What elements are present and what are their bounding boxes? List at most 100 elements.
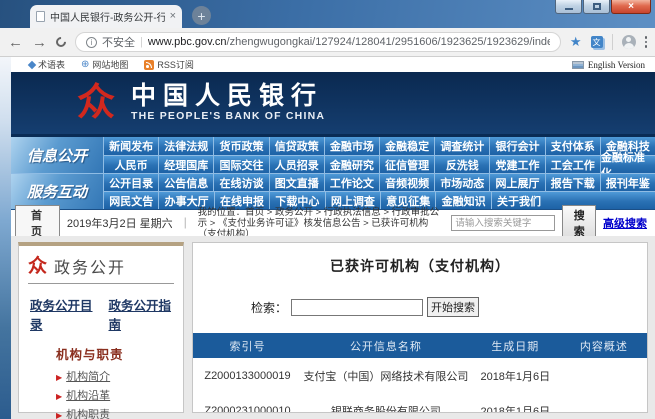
- sidebar-link[interactable]: ▶机构沿革: [56, 387, 174, 406]
- table-row: Z2000133000019支付宝（中国）网络技术有限公司2018年1月6日: [193, 358, 647, 393]
- menu-dots-icon[interactable]: [645, 36, 648, 48]
- nav-item[interactable]: 新闻发布: [103, 137, 158, 155]
- content-area: 众 政务公开 政务公开目录 政务公开指南 机构与职责▶机构简介▶机构沿革▶机构职…: [11, 236, 655, 419]
- column-header: 索引号: [193, 333, 302, 358]
- english-version-link[interactable]: English Version: [572, 60, 645, 70]
- disclosure-guide-link[interactable]: 政务公开指南: [109, 295, 175, 333]
- nav-item[interactable]: 网上展厅: [489, 173, 544, 191]
- address-bar[interactable]: i 不安全 | www.pbc.gov.cn/zhengwugongkai/12…: [75, 32, 561, 52]
- sitemap-link[interactable]: ⊕网站地图: [81, 58, 128, 71]
- forward-icon[interactable]: →: [32, 35, 47, 50]
- nav-item[interactable]: 金融标准化: [600, 155, 655, 173]
- tab-title: 中国人民银行-政务公开-行政执…: [50, 9, 165, 24]
- results-table-head-row: 索引号公开信息名称生成日期内容概述: [193, 333, 647, 358]
- browser-window: 中国人民银行-政务公开-行政执… × + × ← → i 不安全 | www.p…: [0, 0, 655, 419]
- nav-item[interactable]: 工会工作: [545, 155, 600, 173]
- language-icon: [572, 61, 584, 69]
- bookmark-star-icon[interactable]: ★: [570, 34, 582, 50]
- nav-item[interactable]: 人民币: [103, 155, 158, 173]
- nav-item[interactable]: 征信管理: [379, 155, 434, 173]
- nav-item[interactable]: 公开目录: [103, 173, 158, 191]
- back-icon[interactable]: ←: [8, 35, 23, 50]
- minimize-button[interactable]: [555, 0, 582, 14]
- nav-item[interactable]: 国际交往: [213, 155, 268, 173]
- retrieval-input[interactable]: [291, 299, 423, 316]
- divider: ｜: [180, 215, 191, 231]
- web-page: 术语表 ⊕网站地图 RSS订阅 English Version 众 中国人民银行…: [0, 57, 655, 419]
- profile-icon[interactable]: [622, 35, 636, 49]
- date-cell: 2018年1月6日: [470, 358, 561, 393]
- summary-cell: [561, 393, 647, 413]
- translate-icon[interactable]: 文: [591, 36, 603, 48]
- info-name-cell[interactable]: 支付宝（中国）网络技术有限公司: [302, 358, 470, 393]
- tab-close-icon[interactable]: ×: [170, 11, 176, 22]
- nav-item[interactable]: 关于我们: [491, 191, 546, 209]
- minimize-icon: [565, 8, 573, 10]
- sitemap-label: 网站地图: [92, 58, 128, 71]
- nav-item[interactable]: 金融研究: [324, 155, 379, 173]
- nav-item[interactable]: 法律法规: [158, 137, 213, 155]
- column-header: 生成日期: [470, 333, 561, 358]
- retrieval-label: 检索：: [251, 299, 287, 316]
- url-domain: www.pbc.gov.cn: [148, 36, 227, 48]
- nav-item[interactable]: 货币政策: [213, 137, 268, 155]
- nav-item[interactable]: 在线访谈: [213, 173, 268, 191]
- nav-item[interactable]: 市场动态: [434, 173, 489, 191]
- nav-group-label[interactable]: 服务互动: [11, 173, 103, 209]
- maximize-button[interactable]: [583, 0, 610, 14]
- sidebar-link-label: 机构沿革: [66, 387, 110, 406]
- site-header: 众 中国人民银行 THE PEOPLE'S BANK OF CHINA: [11, 72, 655, 134]
- site-search-input[interactable]: [451, 215, 555, 231]
- browser-tab[interactable]: 中国人民银行-政务公开-行政执… ×: [30, 5, 182, 28]
- nav-item[interactable]: 工作论文: [324, 173, 379, 191]
- nav-item[interactable]: 金融市场: [324, 137, 379, 155]
- nav-item[interactable]: 人员招录: [269, 155, 324, 173]
- start-search-button[interactable]: 开始搜索: [427, 297, 479, 317]
- column-header: 内容概述: [561, 333, 647, 358]
- nav-item[interactable]: 报告下载: [545, 173, 600, 191]
- sidebar-link[interactable]: ▶机构简介: [56, 368, 174, 387]
- title-bar: 中国人民银行-政务公开-行政执… × + ×: [0, 0, 655, 28]
- new-tab-button[interactable]: +: [192, 6, 211, 25]
- rss-link[interactable]: RSS订阅: [144, 58, 194, 71]
- nav-item[interactable]: 调查统计: [434, 137, 489, 155]
- sidebar-section-title: 机构与职责: [56, 344, 174, 363]
- nav-item[interactable]: 报刊年鉴: [600, 173, 655, 191]
- info-name-cell[interactable]: 银联商务股份有限公司: [302, 393, 470, 413]
- sidebar-sections: 机构与职责▶机构简介▶机构沿革▶机构职责▶机构设置法规政策▶法律法规: [28, 344, 174, 419]
- nav-group: 服务互动公开目录公告信息在线访谈图文直播工作论文音频视频市场动态网上展厅报告下载…: [11, 173, 655, 209]
- nav-item[interactable]: 经理国库: [158, 155, 213, 173]
- advanced-search-link[interactable]: 高级搜索: [603, 215, 647, 231]
- nav-item[interactable]: 反洗钱: [434, 155, 489, 173]
- nav-item[interactable]: 银行会计: [489, 137, 544, 155]
- bullet-icon: ▶: [56, 406, 62, 419]
- results-table-body: Z2000133000019支付宝（中国）网络技术有限公司2018年1月6日Z2…: [193, 358, 647, 413]
- glossary-link[interactable]: 术语表: [29, 58, 65, 71]
- nav-item[interactable]: 网民文告: [103, 191, 158, 209]
- nav-item[interactable]: 公告信息: [158, 173, 213, 191]
- nav-item[interactable]: 党建工作: [489, 155, 544, 173]
- compass-icon: [28, 60, 36, 68]
- nav-item[interactable]: 音频视频: [379, 173, 434, 191]
- close-button[interactable]: ×: [611, 0, 651, 14]
- glossary-label: 术语表: [38, 58, 65, 71]
- sidebar-header: 众 政务公开: [28, 254, 174, 284]
- sidebar-link[interactable]: ▶机构职责: [56, 406, 174, 419]
- nav-item[interactable]: 信贷政策: [269, 137, 324, 155]
- nav-row: 人民币经理国库国际交往人员招录金融研究征信管理反洗钱党建工作工会工作金融标准化: [103, 155, 655, 173]
- nav-group-label[interactable]: 信息公开: [11, 137, 103, 173]
- bullet-icon: ▶: [56, 387, 62, 406]
- nav-group: 信息公开新闻发布法律法规货币政策信贷政策金融市场金融稳定调查统计银行会计支付体系…: [11, 137, 655, 173]
- utility-bar: 术语表 ⊕网站地图 RSS订阅 English Version: [11, 57, 655, 72]
- info-icon[interactable]: i: [86, 37, 97, 48]
- nav-item[interactable]: 支付体系: [545, 137, 600, 155]
- nav-item[interactable]: 金融稳定: [379, 137, 434, 155]
- index-number-cell: Z2000231000010: [193, 393, 302, 413]
- reload-icon[interactable]: [54, 35, 68, 49]
- nav-item[interactable]: 图文直播: [269, 173, 324, 191]
- nav-row: 新闻发布法律法规货币政策信贷政策金融市场金融稳定调查统计银行会计支付体系金融科技: [103, 137, 655, 155]
- browser-toolbar: ← → i 不安全 | www.pbc.gov.cn/zhengwugongka…: [0, 28, 655, 57]
- bullet-icon: ▶: [56, 368, 62, 387]
- disclosure-catalog-link[interactable]: 政务公开目录: [30, 295, 96, 333]
- breadcrumb[interactable]: 我的位置：首页 > 政务公开 > 行政执法信息 > 行政审批公示 > 《支付业务…: [198, 207, 445, 240]
